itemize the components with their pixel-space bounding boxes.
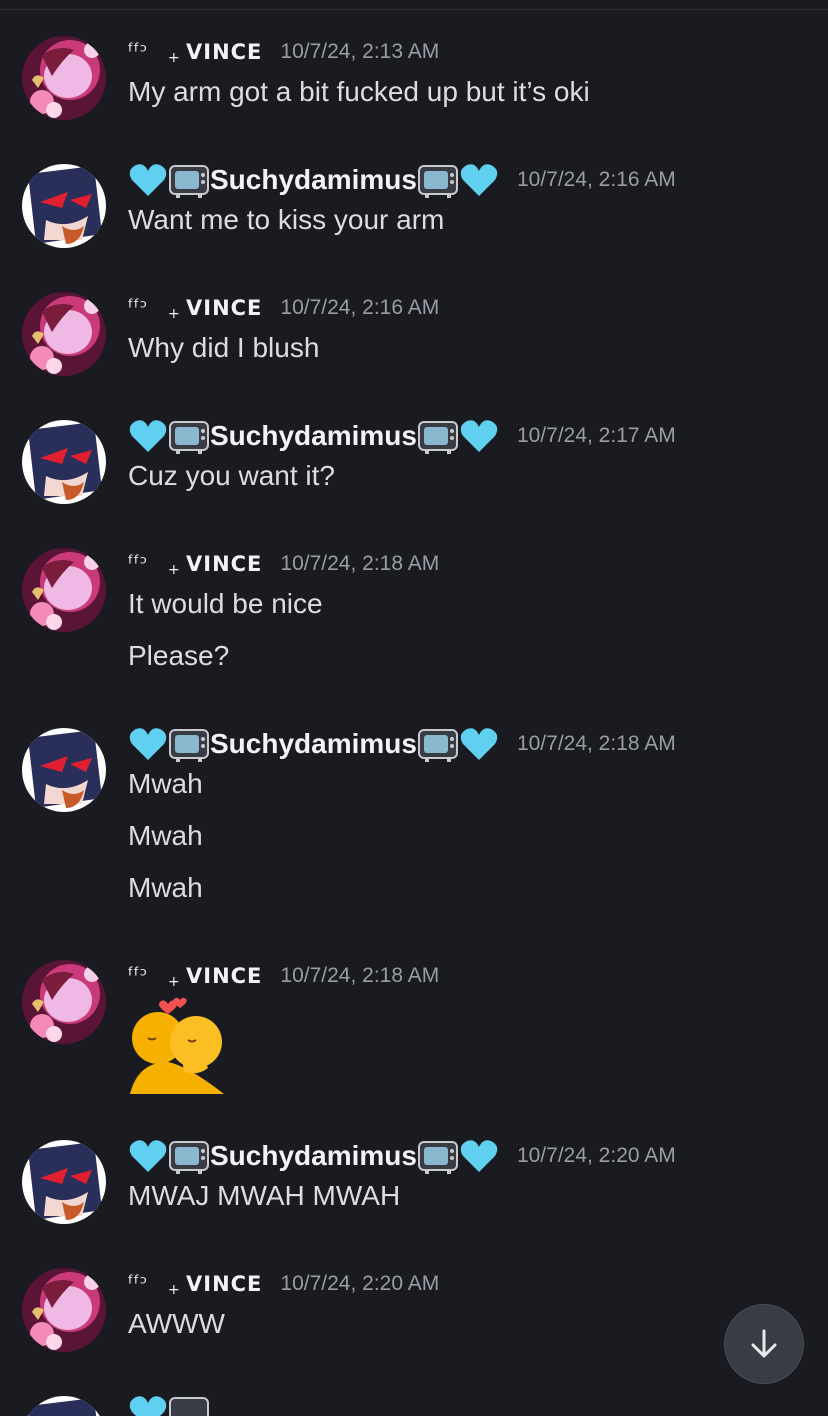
message-text: My arm got a bit fucked up but it’s oki (128, 76, 590, 107)
light-blue-heart-icon (129, 1396, 167, 1416)
message-text: Mwah (128, 768, 203, 799)
timestamp: 10/7/24, 2:20 AM (280, 1272, 440, 1295)
light-blue-heart-icon (129, 420, 167, 452)
message-text: Mwah (128, 820, 203, 851)
avatar-suchydamimus[interactable] (22, 164, 106, 248)
avatar-suchydamimus[interactable] (22, 728, 106, 812)
avatar-vince[interactable] (22, 1268, 106, 1352)
svg-text:ᶠᶠᵓ: ᶠᶠᵓ (128, 39, 147, 63)
avatar-suchydamimus-art (22, 1140, 106, 1224)
television-icon (417, 1141, 458, 1174)
svg-text:ᶠᶠᵓ: ᶠᶠᵓ (128, 551, 147, 575)
username[interactable]: Suchydamimus (210, 164, 417, 196)
message-header: Suchydamimus 10/7/24, 2:18 AM (128, 722, 676, 766)
kaomoji-glyph-icon: ᶠᶠᵓ + (128, 1271, 180, 1298)
avatar-vince[interactable] (22, 292, 106, 376)
username[interactable]: Suchydamimus (210, 728, 417, 760)
username[interactable]: VINCE (186, 964, 262, 988)
arrow-down-icon (751, 1329, 777, 1358)
avatar-vince-art (22, 36, 106, 120)
television-icon (417, 729, 458, 762)
avatar-vince-art (22, 1268, 106, 1352)
svg-text:+: + (168, 306, 180, 322)
television-icon (169, 1141, 209, 1174)
message-text: Please? (128, 640, 230, 671)
message-header: ᶠᶠᵓ + VINCE 10/7/24, 2:13 AM (128, 30, 439, 74)
avatar-vince-art (22, 960, 106, 1044)
message-text: Cuz you want it? (128, 460, 335, 491)
username[interactable]: VINCE (186, 1272, 262, 1296)
message-text: AWWW (128, 1308, 225, 1339)
light-blue-heart-icon (460, 164, 498, 196)
svg-text:+: + (168, 1282, 180, 1298)
avatar-suchydamimus-art (22, 420, 106, 504)
message-header: Suchydamimus 10/7/24, 2:20 AM (128, 1134, 676, 1178)
timestamp: 10/7/24, 2:18 AM (516, 732, 676, 755)
chat-screen: ᶠᶠᵓ + VINCE 10/7/24, 2:13 AM My arm got … (0, 0, 828, 1416)
avatar-vince[interactable] (22, 36, 106, 120)
timestamp: 10/7/24, 2:20 AM (516, 1144, 676, 1167)
kaomoji-glyph-icon: ᶠᶠᵓ + (128, 39, 180, 66)
avatar-suchydamimus-art (22, 728, 106, 812)
message-text: Why did I blush (128, 332, 320, 363)
television-icon (169, 165, 209, 198)
svg-text:ᶠᶠᵓ: ᶠᶠᵓ (128, 1271, 147, 1295)
television-icon (169, 1397, 209, 1416)
message-group-partial[interactable] (0, 1388, 828, 1416)
message-header: ᶠᶠᵓ + VINCE 10/7/24, 2:16 AM (128, 286, 439, 330)
avatar-suchydamimus[interactable] (22, 420, 106, 504)
svg-text:ᶠᶠᵓ: ᶠᶠᵓ (128, 963, 147, 987)
avatar-vince[interactable] (22, 960, 106, 1044)
message-text: Mwah (128, 872, 203, 903)
kaomoji-glyph-icon: ᶠᶠᵓ + (128, 963, 180, 990)
message-header: ᶠᶠᵓ + VINCE 10/7/24, 2:18 AM (128, 542, 439, 586)
avatar-vince-art (22, 292, 106, 376)
television-icon (417, 421, 458, 454)
avatar-vince[interactable] (22, 548, 106, 632)
timestamp: 10/7/24, 2:16 AM (516, 168, 676, 191)
timestamp: 10/7/24, 2:18 AM (280, 552, 440, 575)
avatar-vince-art (22, 548, 106, 632)
username[interactable]: Suchydamimus (210, 1140, 417, 1172)
timestamp: 10/7/24, 2:16 AM (280, 296, 440, 319)
message-header: Suchydamimus 10/7/24, 2:16 AM (128, 158, 676, 202)
timestamp: 10/7/24, 2:13 AM (280, 40, 440, 63)
message-header: ᶠᶠᵓ + VINCE 10/7/24, 2:18 AM (128, 954, 439, 998)
avatar-suchydamimus[interactable] (22, 1140, 106, 1224)
svg-text:+: + (168, 562, 180, 578)
kaomoji-glyph-icon: ᶠᶠᵓ + (128, 295, 180, 322)
username[interactable]: VINCE (186, 40, 262, 64)
svg-text:+: + (168, 974, 180, 990)
light-blue-heart-icon (460, 728, 498, 760)
light-blue-heart-icon (129, 164, 167, 196)
television-icon (169, 729, 209, 762)
light-blue-heart-icon (129, 1140, 167, 1172)
timestamp: 10/7/24, 2:18 AM (280, 964, 440, 987)
message-header-partial (128, 1392, 210, 1416)
kaomoji-glyph-icon: ᶠᶠᵓ + (128, 551, 180, 578)
light-blue-heart-icon (129, 728, 167, 760)
scroll-to-bottom-button[interactable] (724, 1304, 804, 1384)
username[interactable]: VINCE (186, 296, 262, 320)
username[interactable]: Suchydamimus (210, 420, 417, 452)
svg-text:ᶠᶠᵓ: ᶠᶠᵓ (128, 295, 147, 319)
television-icon (417, 165, 458, 198)
message-text: MWAJ MWAH MWAH (128, 1180, 401, 1211)
divider (0, 9, 828, 10)
hugging-kiss-emoji-icon[interactable] (128, 996, 226, 1094)
username[interactable]: VINCE (186, 552, 262, 576)
message-header: ᶠᶠᵓ + VINCE 10/7/24, 2:20 AM (128, 1262, 439, 1306)
avatar-suchydamimus-art (22, 1396, 106, 1416)
avatar-suchydamimus[interactable] (22, 1396, 106, 1416)
avatar-suchydamimus-art (22, 164, 106, 248)
message-header: Suchydamimus 10/7/24, 2:17 AM (128, 414, 676, 458)
message-text: It would be nice (128, 588, 323, 619)
svg-text:+: + (168, 50, 180, 66)
light-blue-heart-icon (460, 1140, 498, 1172)
message-text: Want me to kiss your arm (128, 204, 445, 235)
timestamp: 10/7/24, 2:17 AM (516, 424, 676, 447)
light-blue-heart-icon (460, 420, 498, 452)
television-icon (169, 421, 209, 454)
